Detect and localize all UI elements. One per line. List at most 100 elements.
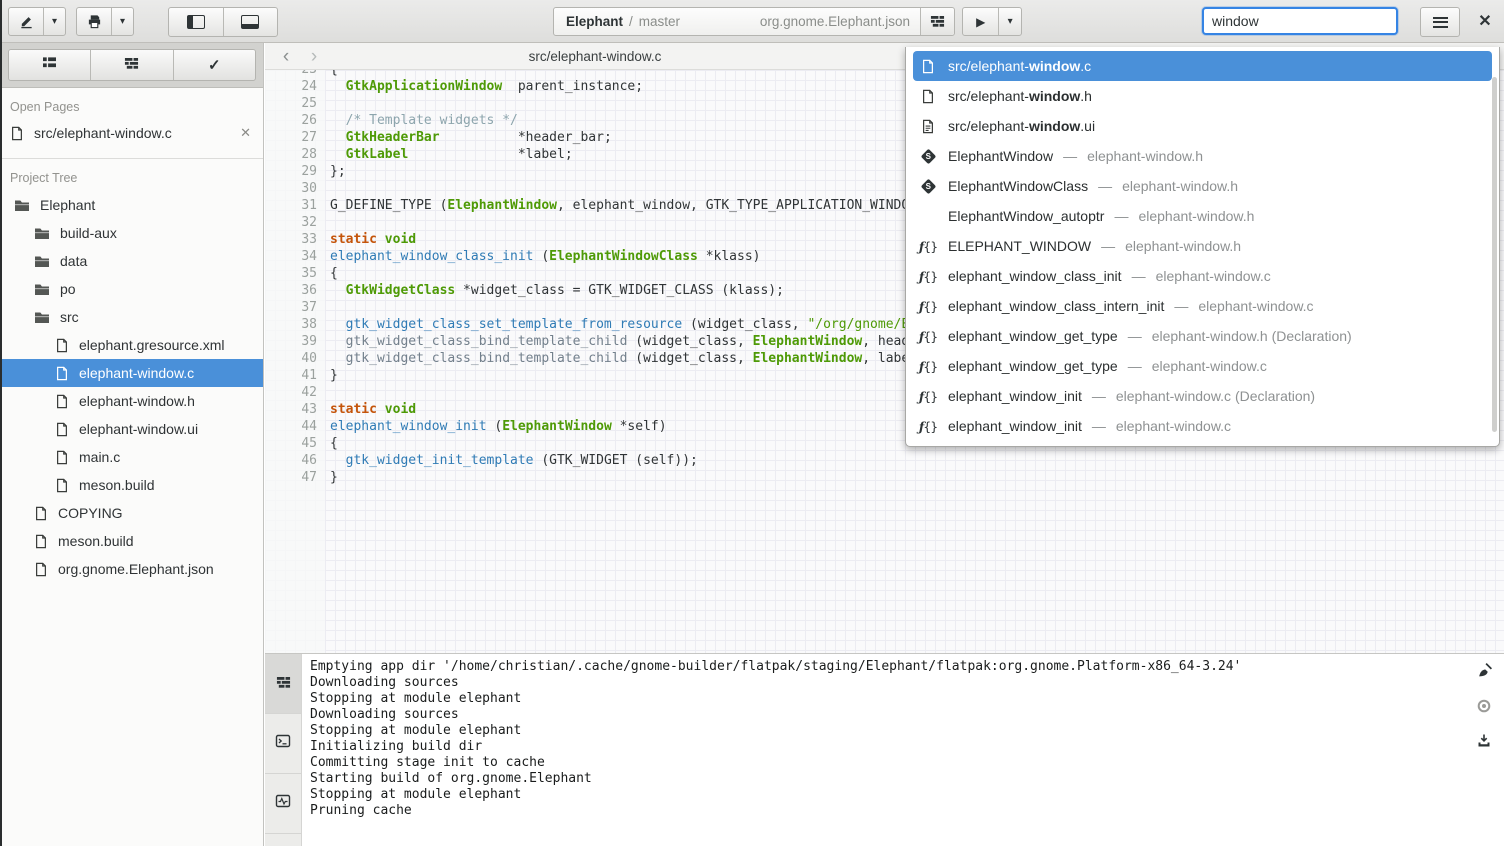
log-line: Stopping at module elephant: [310, 691, 1464, 707]
line-number: 37: [265, 299, 317, 316]
file-icon: [55, 422, 69, 437]
editor-mode-button[interactable]: ▾: [8, 7, 66, 36]
build-log[interactable]: Emptying app dir '/home/christian/.cache…: [310, 659, 1464, 846]
code-text: static void: [317, 231, 416, 248]
tree-row[interactable]: po: [0, 275, 263, 303]
tree-row[interactable]: elephant.gresource.xml: [0, 331, 263, 359]
class-icon: S: [919, 181, 937, 192]
todo-tab[interactable]: ✓: [173, 50, 255, 80]
search-result-row[interactable]: ƒ{}elephant_window_init—elephant-window.…: [913, 411, 1492, 441]
terminal-tab[interactable]: [265, 714, 301, 774]
bottom-panel-tabs: [265, 654, 302, 846]
code-text: [317, 214, 330, 231]
tree-row[interactable]: meson.build: [0, 471, 263, 499]
result-dash: —: [1128, 328, 1142, 344]
result-file: elephant-window.h (Declaration): [1152, 328, 1352, 344]
search-result-row[interactable]: ƒ{}ELEPHANT_WINDOW—elephant-window.h: [913, 231, 1492, 261]
file-icon: [34, 562, 48, 577]
search-result-row[interactable]: SElephantWindowClass—elephant-window.h: [913, 171, 1492, 201]
run-options-button[interactable]: ▾: [998, 8, 1021, 35]
search-result-row[interactable]: src/elephant-window.c: [913, 51, 1492, 81]
result-dash: —: [1128, 358, 1142, 374]
menu-button[interactable]: [1420, 7, 1460, 37]
result-file: elephant-window.h: [1125, 238, 1241, 254]
file-icon: [55, 450, 69, 465]
clear-log-icon[interactable]: [1476, 662, 1493, 684]
tree-row[interactable]: elephant-window.ui: [0, 415, 263, 443]
line-number: 26: [265, 112, 317, 129]
close-button[interactable]: ✕: [1468, 6, 1502, 36]
build-config-name: org.gnome.Elephant.json: [760, 14, 910, 29]
result-name: elephant_window_class_init: [948, 268, 1122, 284]
tree-row[interactable]: main.c: [0, 443, 263, 471]
tree-row[interactable]: org.gnome.Elephant.json: [0, 555, 263, 583]
tree-row[interactable]: elephant-window.h: [0, 387, 263, 415]
result-dash: —: [1098, 178, 1112, 194]
open-page-row[interactable]: src/elephant-window.c ✕: [0, 118, 263, 148]
search-result-row[interactable]: src/elephant-window.ui: [913, 111, 1492, 141]
log-actions: [1472, 662, 1496, 754]
open-pages-header: Open Pages: [0, 88, 263, 118]
search-result-row[interactable]: SElephantWindow—elephant-window.h: [913, 141, 1492, 171]
file-icon: [34, 506, 48, 521]
code-text: [317, 384, 330, 401]
result-dash: —: [1132, 268, 1146, 284]
folder-icon: [34, 255, 50, 268]
function-icon: ƒ{}: [919, 329, 937, 344]
tree-row[interactable]: Elephant: [0, 191, 263, 219]
tree-row[interactable]: elephant-window.c: [0, 359, 263, 387]
editor-title: src/elephant-window.c: [265, 43, 925, 70]
tree-row[interactable]: data: [0, 247, 263, 275]
tree-row[interactable]: build-aux: [0, 219, 263, 247]
save-log-icon[interactable]: [1476, 733, 1492, 754]
tree-row-label: meson.build: [58, 533, 134, 549]
pages-list-tab[interactable]: [9, 50, 90, 80]
search-result-row[interactable]: ƒ{}elephant_window_get_type—elephant-win…: [913, 321, 1492, 351]
close-icon: ✕: [1478, 11, 1491, 31]
search-result-row[interactable]: ElephantWindow_autoptr—elephant-window.h: [913, 201, 1492, 231]
build-bricks-icon: [124, 55, 139, 75]
class-icon: S: [920, 178, 936, 194]
search-input[interactable]: [1202, 7, 1398, 35]
search-result-row[interactable]: src/elephant-window.h: [913, 81, 1492, 111]
result-name: elephant_window_get_type: [948, 358, 1118, 374]
popover-scrollbar[interactable]: [1492, 77, 1497, 432]
build-button[interactable]: [920, 8, 954, 35]
function-icon: ƒ{}: [919, 419, 937, 434]
tree-row[interactable]: src: [0, 303, 263, 331]
record-icon[interactable]: [1476, 698, 1492, 719]
profiler-tab[interactable]: [265, 774, 301, 834]
line-number: 46: [265, 452, 317, 469]
build-output-tab[interactable]: [265, 654, 301, 714]
file-icon: [55, 366, 69, 381]
tree-row-label: Elephant: [40, 197, 95, 213]
device-selector-button[interactable]: ▾: [76, 7, 134, 36]
search-result-row[interactable]: ƒ{}elephant_window_class_intern_init—ele…: [913, 291, 1492, 321]
omnibar[interactable]: Elephant / master org.gnome.Elephant.jso…: [553, 7, 955, 36]
panel-toggle-group: [168, 7, 278, 37]
branch-separator: /: [629, 14, 633, 29]
search-result-row[interactable]: ƒ{}elephant_window_get_type—elephant-win…: [913, 351, 1492, 381]
search-result-row[interactable]: ƒ{}elephant_window_class_init—elephant-w…: [913, 261, 1492, 291]
folder-icon: [34, 227, 50, 240]
run-button[interactable]: ▶: [963, 8, 998, 35]
toggle-bottom-panel-button[interactable]: [223, 8, 277, 36]
sidebar: ✓ Open Pages src/elephant-window.c ✕ Pro…: [0, 43, 264, 846]
tree-row[interactable]: meson.build: [0, 527, 263, 555]
tree-row[interactable]: COPYING: [0, 499, 263, 527]
gnome-builder-window: ▾ ▾ Elephant / master org.gnom: [0, 0, 1504, 846]
file-icon: [919, 89, 937, 104]
toggle-left-panel-button[interactable]: [169, 8, 223, 36]
line-number: 40: [265, 350, 317, 367]
search-result-row[interactable]: ƒ{}elephant_window_init—elephant-window.…: [913, 381, 1492, 411]
code-text: }: [317, 367, 338, 384]
fn-icon: ƒ{}: [919, 299, 937, 314]
sidebar-tab-strip: ✓: [0, 43, 263, 88]
line-number: 39: [265, 333, 317, 350]
terminal-icon: [275, 733, 291, 754]
build-tab[interactable]: [90, 50, 172, 80]
code-text: [317, 299, 330, 316]
result-dash: —: [1174, 298, 1188, 314]
result-name: src/elephant-window.h: [948, 88, 1092, 104]
close-page-icon[interactable]: ✕: [240, 125, 251, 141]
